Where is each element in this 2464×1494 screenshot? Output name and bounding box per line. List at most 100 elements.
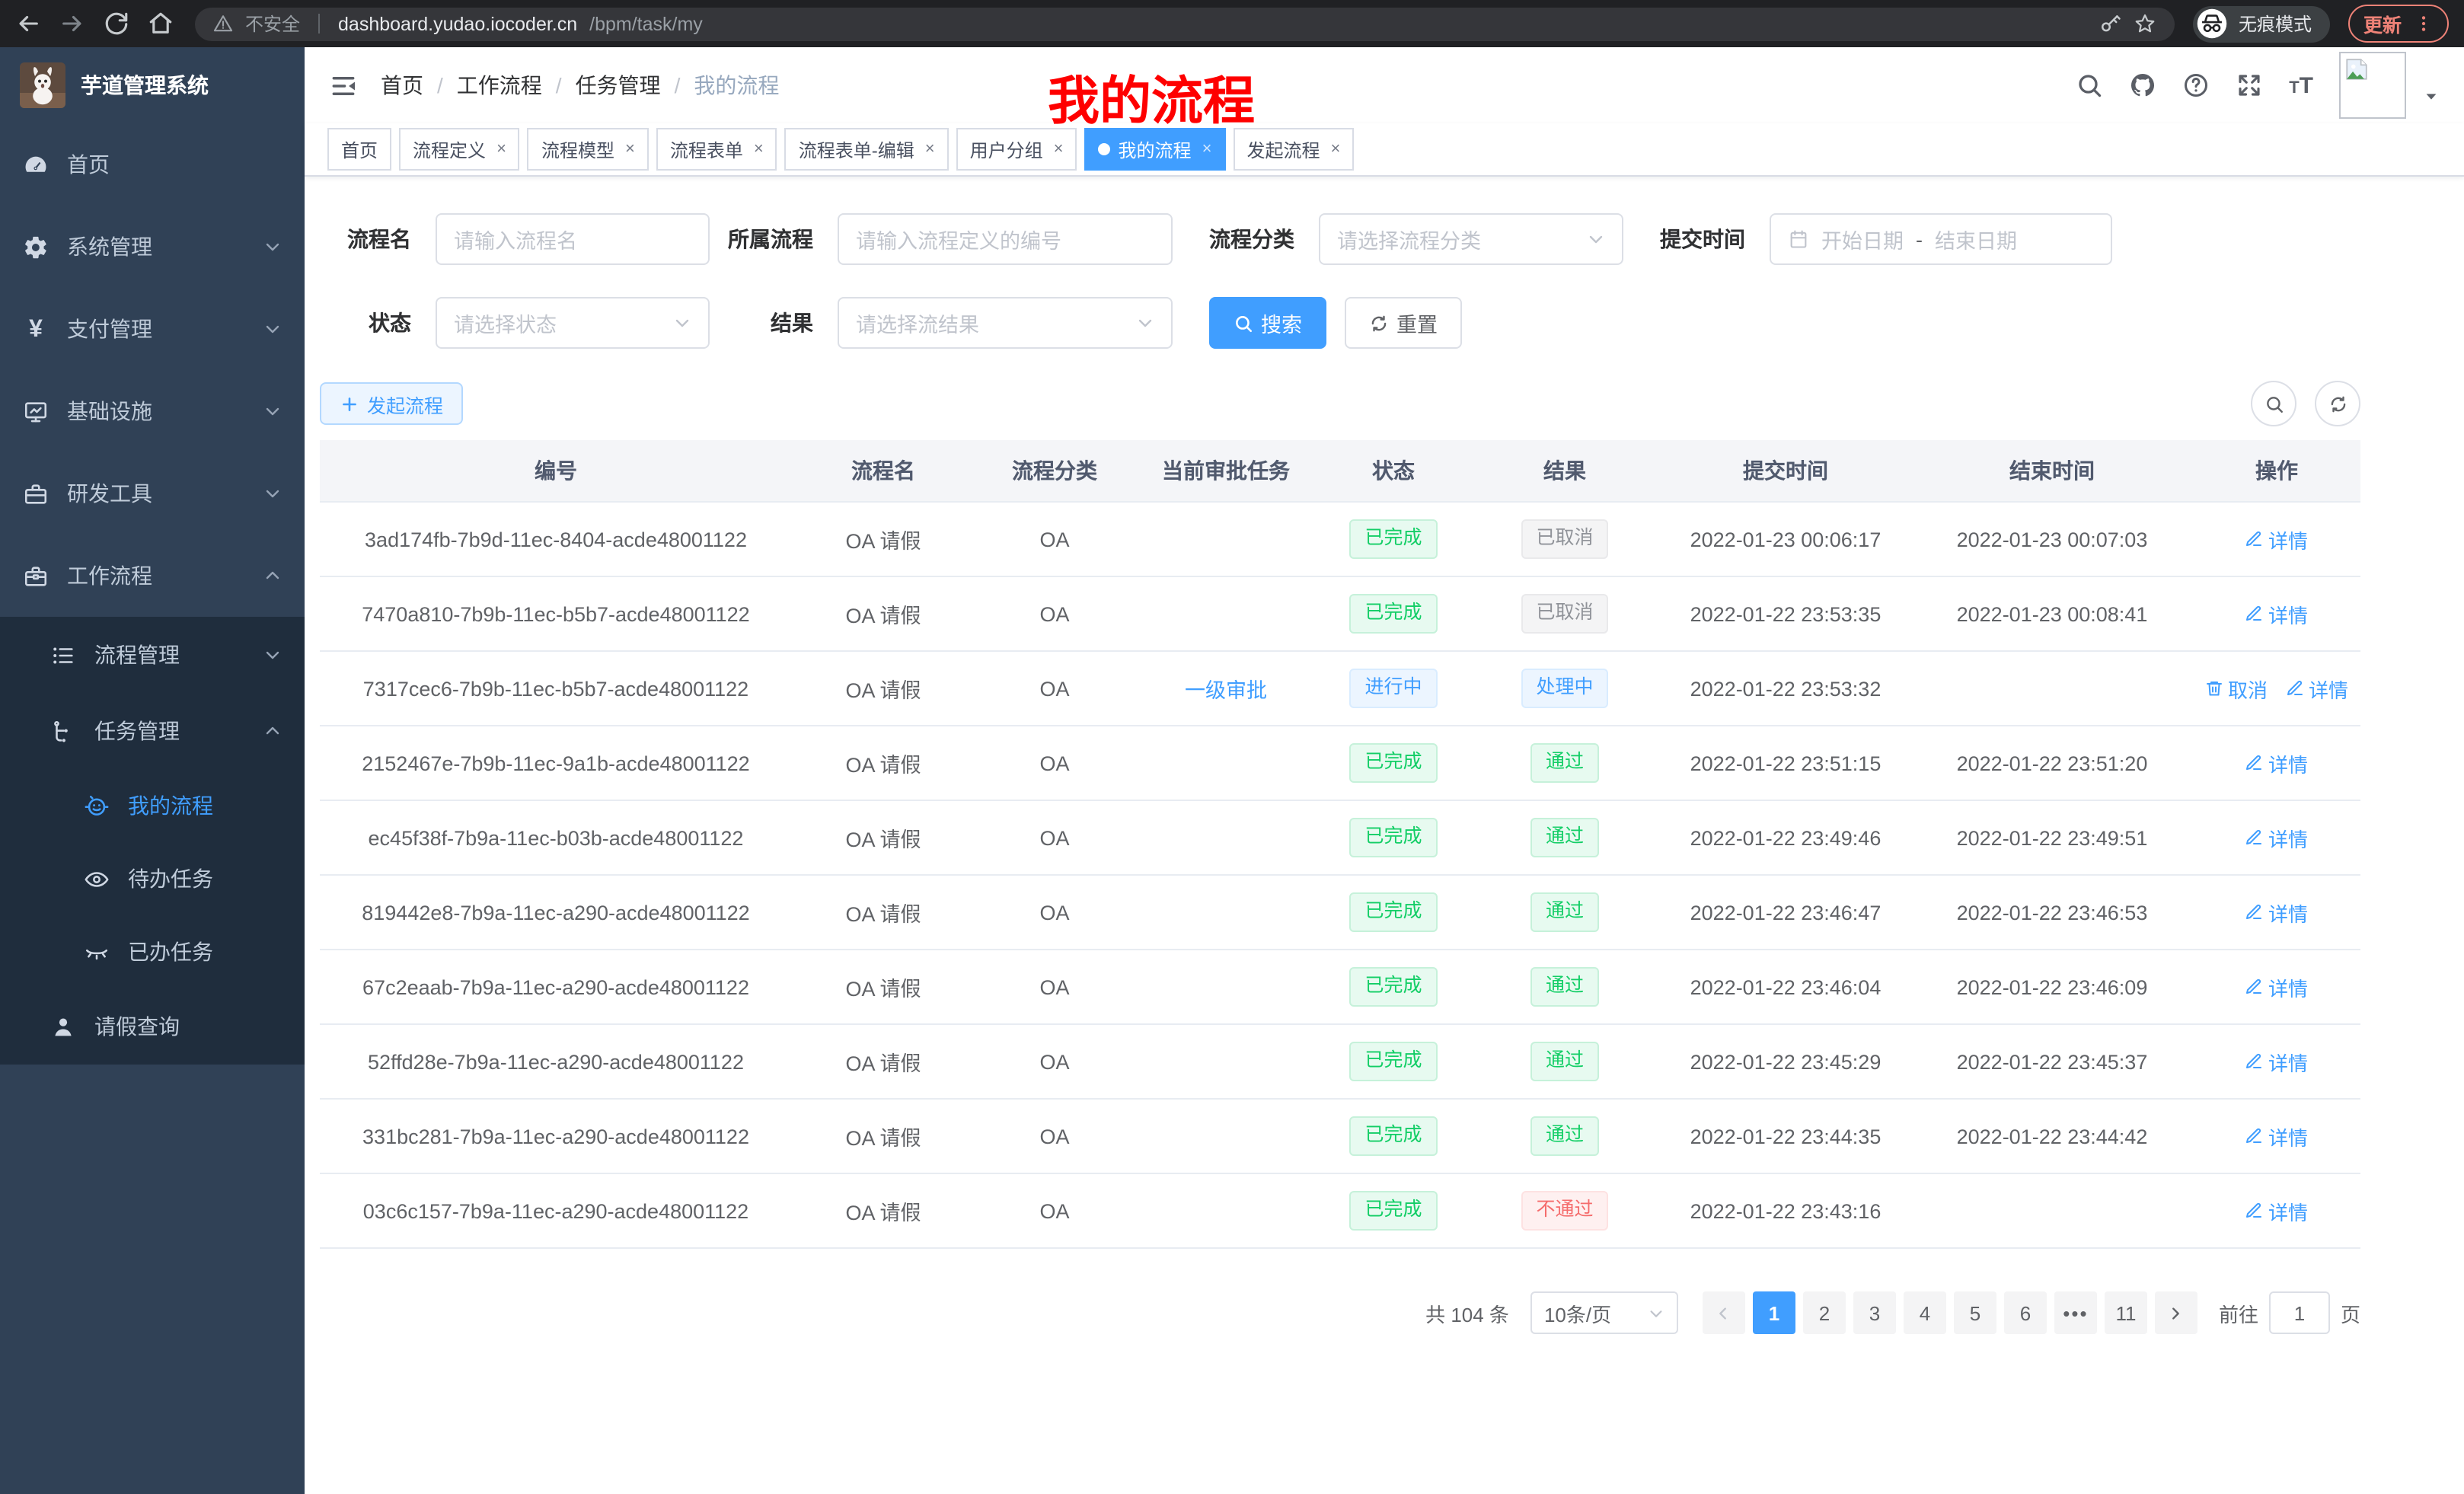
detail-action-link[interactable]: 详情 — [2245, 1196, 2308, 1225]
sidebar-item-devtools[interactable]: 研发工具 — [0, 452, 305, 535]
tab-my-process[interactable]: 我的流程× — [1085, 128, 1226, 171]
process-definition-input[interactable]: 请输入流程定义的编号 — [838, 213, 1173, 265]
result-badge: 通过 — [1530, 1116, 1599, 1156]
detail-action-link[interactable]: 详情 — [2286, 674, 2348, 703]
process-name-input[interactable]: 请输入流程名 — [436, 213, 710, 265]
refresh-table-button[interactable] — [2315, 381, 2360, 426]
cell-result: 通过 — [1470, 1099, 1660, 1173]
github-icon[interactable] — [2129, 72, 2156, 99]
close-icon[interactable]: × — [1202, 140, 1212, 158]
page-button-4[interactable]: 4 — [1904, 1291, 1946, 1334]
close-icon[interactable]: × — [496, 140, 506, 158]
result-select[interactable]: 请选择流结果 — [838, 297, 1173, 349]
close-icon[interactable]: × — [925, 140, 935, 158]
caret-down-icon[interactable] — [2423, 88, 2440, 104]
tab-process-definition[interactable]: 流程定义× — [399, 128, 520, 171]
reset-button[interactable]: 重置 — [1345, 297, 1462, 349]
sidebar-item-leave-query[interactable]: 请假查询 — [0, 988, 305, 1065]
tab-home[interactable]: 首页 — [327, 128, 391, 171]
show-search-button[interactable] — [2251, 381, 2296, 426]
breadcrumb-task-management[interactable]: 任务管理 — [576, 70, 661, 101]
end-date-placeholder[interactable]: 结束日期 — [1935, 224, 2017, 254]
key-icon[interactable] — [2099, 12, 2121, 35]
cell-submit-time: 2022-01-22 23:49:46 — [1660, 800, 1911, 875]
sidebar-item-workflow[interactable]: 工作流程 — [0, 535, 305, 617]
breadcrumb-workflow[interactable]: 工作流程 — [457, 70, 542, 101]
close-icon[interactable]: × — [1054, 140, 1064, 158]
close-icon[interactable]: × — [625, 140, 635, 158]
cell-process-category: OA — [975, 651, 1135, 726]
sidebar-item-infrastructure[interactable]: 基础设施 — [0, 370, 305, 452]
tab-process-form[interactable]: 流程表单× — [656, 128, 777, 171]
status-select[interactable]: 请选择状态 — [436, 297, 710, 349]
prev-page-button[interactable] — [1703, 1291, 1745, 1334]
tab-process-model[interactable]: 流程模型× — [528, 128, 649, 171]
eye-closed-icon — [84, 939, 110, 965]
page-button-11[interactable]: 11 — [2105, 1291, 2147, 1334]
sidebar-item-todo-tasks[interactable]: 待办任务 — [0, 842, 305, 915]
goto-page-input[interactable]: 1 — [2269, 1291, 2330, 1334]
breadcrumb-home[interactable]: 首页 — [381, 70, 423, 101]
search-button[interactable]: 搜索 — [1209, 297, 1326, 349]
detail-action-link[interactable]: 详情 — [2245, 525, 2308, 554]
tab-process-form-edit[interactable]: 流程表单-编辑× — [785, 128, 949, 171]
sidebar-item-task-management[interactable]: 任务管理 — [0, 693, 305, 769]
bookmark-star-icon[interactable] — [2134, 12, 2156, 35]
page-size-select[interactable]: 10条/页 — [1530, 1291, 1678, 1334]
detail-action-link[interactable]: 详情 — [2245, 823, 2308, 852]
sidebar-item-system[interactable]: 系统管理 — [0, 206, 305, 288]
cell-process-category: OA — [975, 875, 1135, 950]
page-button-6[interactable]: 6 — [2004, 1291, 2047, 1334]
tab-user-group[interactable]: 用户分组× — [956, 128, 1077, 171]
sidebar-item-done-tasks[interactable]: 已办任务 — [0, 915, 305, 988]
address-bar[interactable]: 不安全 dashboard.yudao.iocoder.cn/bpm/task/… — [195, 7, 2175, 40]
page-button-1[interactable]: 1 — [1753, 1291, 1795, 1334]
category-select[interactable]: 请选择流程分类 — [1319, 213, 1623, 265]
update-button[interactable]: 更新 — [2348, 5, 2449, 43]
next-page-button[interactable] — [2155, 1291, 2197, 1334]
sidebar-item-payment[interactable]: ¥ 支付管理 — [0, 288, 305, 370]
search-icon[interactable] — [2076, 72, 2103, 99]
back-icon[interactable] — [15, 11, 41, 37]
submit-time-range[interactable]: 开始日期 - 结束日期 — [1770, 213, 2112, 265]
cancel-action-link[interactable]: 取消 — [2205, 674, 2268, 703]
detail-action-link[interactable]: 详情 — [2245, 898, 2308, 927]
forward-icon[interactable] — [59, 11, 85, 37]
fullscreen-icon[interactable] — [2236, 72, 2263, 99]
page-button-5[interactable]: 5 — [1954, 1291, 1996, 1334]
chevron-down-icon — [263, 320, 282, 338]
home-icon[interactable] — [148, 11, 174, 37]
detail-action-link[interactable]: 详情 — [2245, 599, 2308, 628]
sidebar-item-my-process[interactable]: 我的流程 — [0, 769, 305, 842]
page-button-3[interactable]: 3 — [1853, 1291, 1896, 1334]
cell-end-time: 2022-01-23 00:07:03 — [1911, 502, 2193, 576]
start-date-placeholder[interactable]: 开始日期 — [1821, 224, 1904, 254]
close-icon[interactable]: × — [1330, 140, 1340, 158]
current-task-link[interactable]: 一级审批 — [1185, 679, 1267, 702]
sidebar-item-home[interactable]: 首页 — [0, 123, 305, 206]
pagination: 共 104 条 10条/页 123456•••11 前往 1 页 — [320, 1291, 2360, 1334]
page-button-2[interactable]: 2 — [1803, 1291, 1846, 1334]
detail-action-link[interactable]: 详情 — [2245, 1122, 2308, 1151]
close-icon[interactable]: × — [754, 140, 764, 158]
detail-action-link[interactable]: 详情 — [2245, 972, 2308, 1001]
create-process-button[interactable]: 发起流程 — [320, 382, 463, 425]
goto-label: 前往 — [2219, 1298, 2258, 1327]
active-dot — [1099, 143, 1111, 155]
browser-menu-icon[interactable] — [2414, 14, 2434, 34]
security-label[interactable]: 不安全 — [245, 11, 300, 37]
cell-end-time: 2022-01-23 00:08:41 — [1911, 576, 2193, 651]
detail-action-link[interactable]: 详情 — [2245, 1047, 2308, 1076]
help-icon[interactable] — [2182, 72, 2210, 99]
sidebar-item-process-management[interactable]: 流程管理 — [0, 617, 305, 693]
font-size-icon[interactable]: TT — [2289, 72, 2313, 98]
avatar[interactable] — [2339, 52, 2406, 119]
app-logo[interactable]: 芋道管理系统 — [0, 47, 305, 123]
cell-submit-time: 2022-01-22 23:46:04 — [1660, 950, 1911, 1024]
hamburger-icon[interactable] — [329, 71, 358, 100]
tab-start-process[interactable]: 发起流程× — [1233, 128, 1354, 171]
detail-action-link[interactable]: 详情 — [2245, 749, 2308, 777]
table-row: 52ffd28e-7b9a-11ec-a290-acde48001122OA 请… — [320, 1024, 2360, 1099]
more-pages-button[interactable]: ••• — [2054, 1291, 2097, 1334]
reload-icon[interactable] — [104, 11, 129, 37]
